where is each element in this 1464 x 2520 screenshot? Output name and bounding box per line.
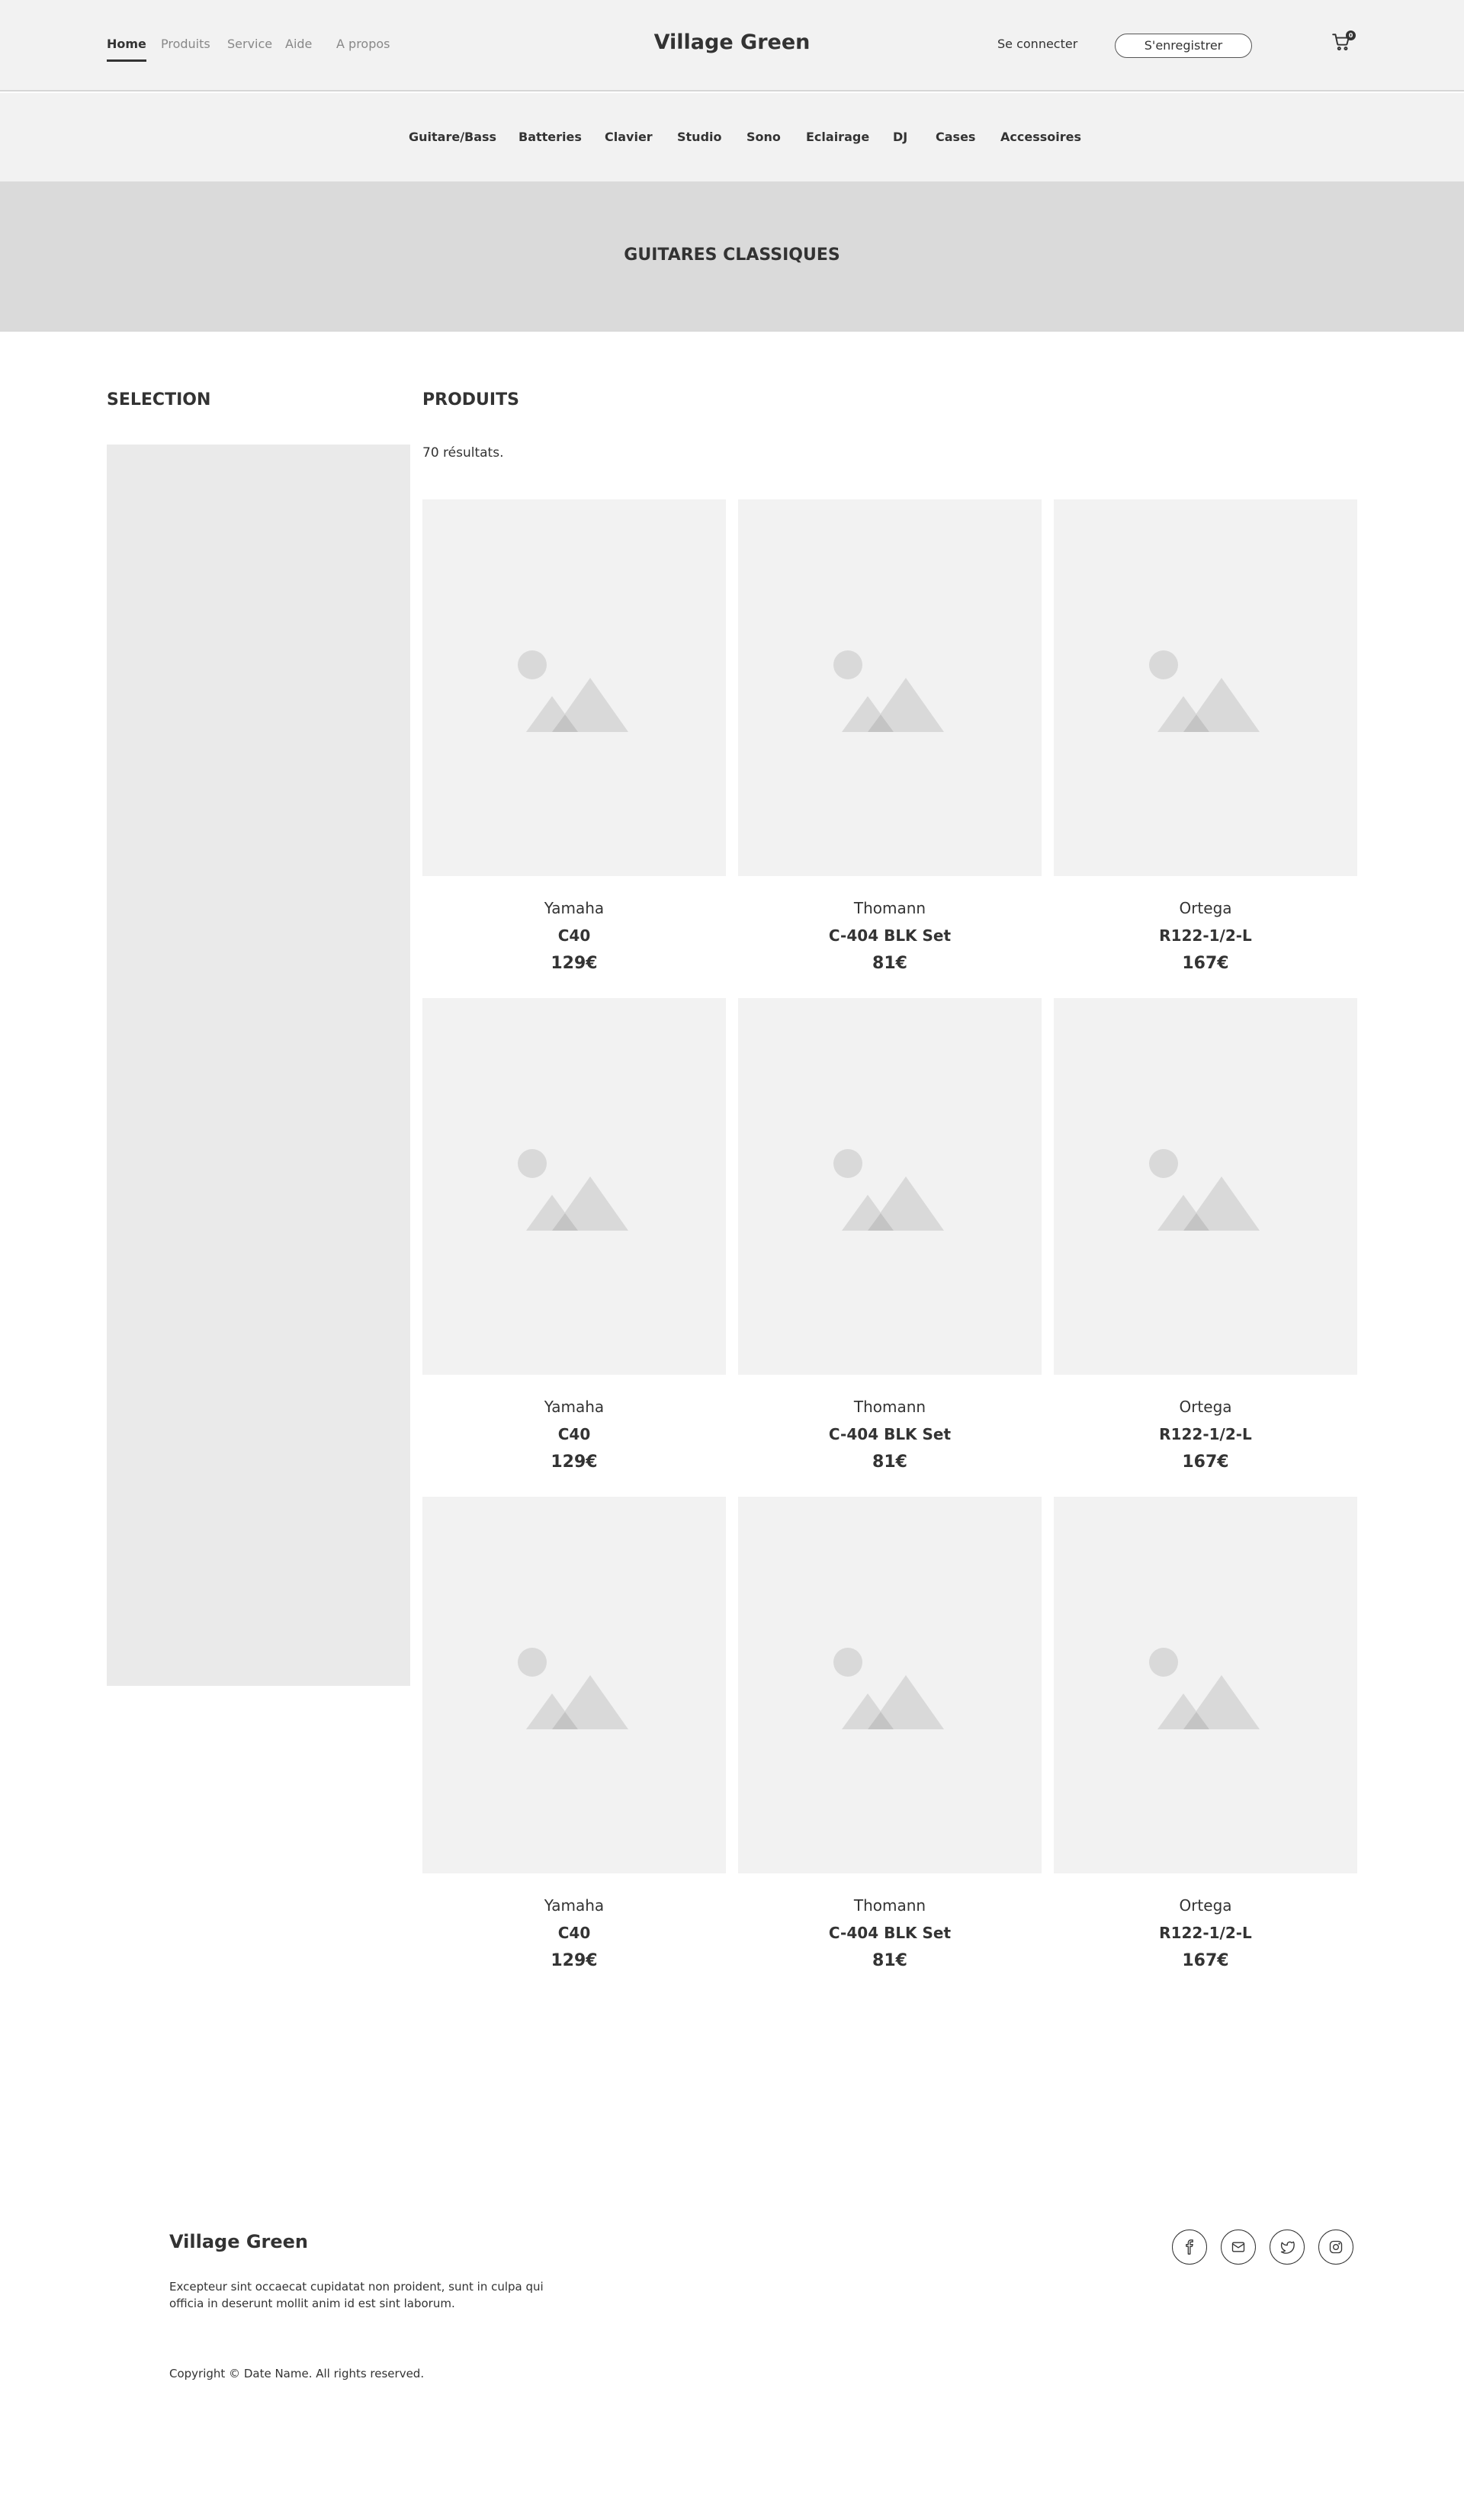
image-placeholder-icon: [518, 650, 628, 732]
image-placeholder-icon: [1149, 650, 1260, 732]
product-price: 81€: [872, 1951, 907, 1970]
facebook-icon[interactable]: [1172, 2229, 1207, 2265]
login-link[interactable]: Se connecter: [997, 37, 1077, 51]
product-model[interactable]: C-404 BLK Set: [738, 926, 1042, 945]
mail-icon[interactable]: [1221, 2229, 1256, 2265]
sidebar-title: SELECTION: [107, 390, 211, 409]
product-model[interactable]: C-404 BLK Set: [738, 1425, 1042, 1443]
copyright-text: Copyright © Date Name. All rights reserv…: [169, 2367, 425, 2380]
product-price: 167€: [1182, 1951, 1229, 1970]
product-image[interactable]: [738, 998, 1042, 1375]
product-price: 167€: [1182, 1453, 1229, 1472]
product-model[interactable]: C40: [422, 1425, 726, 1443]
image-placeholder-icon: [518, 1149, 628, 1231]
product-image[interactable]: [422, 1497, 726, 1873]
product-brand: Ortega: [1179, 899, 1232, 917]
product-model[interactable]: R122-1/2-L: [1054, 926, 1357, 945]
category-dj[interactable]: DJ: [893, 130, 907, 144]
category-clavier[interactable]: Clavier: [605, 130, 653, 144]
product-brand: Ortega: [1179, 1398, 1232, 1416]
product-image[interactable]: [1054, 499, 1357, 876]
product-price: 81€: [872, 954, 907, 973]
product-brand: Yamaha: [544, 1398, 605, 1416]
product-image[interactable]: [422, 499, 726, 876]
cart-icon[interactable]: 0: [1331, 30, 1356, 55]
product-brand: Thomann: [853, 1896, 926, 1915]
brand-logo[interactable]: Village Green: [654, 30, 811, 54]
product-price: 81€: [872, 1453, 907, 1472]
product-model[interactable]: R122-1/2-L: [1054, 1924, 1357, 1942]
category-nav: Guitare/Bass Batteries Clavier Studio So…: [0, 93, 1464, 181]
instagram-icon[interactable]: [1318, 2229, 1353, 2265]
category-studio[interactable]: Studio: [677, 130, 722, 144]
product-price: 129€: [551, 1951, 598, 1970]
product-price: 129€: [551, 1453, 598, 1472]
register-button[interactable]: S'enregistrer: [1115, 34, 1252, 58]
category-batteries[interactable]: Batteries: [518, 130, 582, 144]
product-image[interactable]: [1054, 1497, 1357, 1873]
product-brand: Ortega: [1179, 1896, 1232, 1915]
products-title: PRODUITS: [422, 390, 519, 409]
category-guitare-bass[interactable]: Guitare/Bass: [409, 130, 496, 144]
category-eclairage[interactable]: Eclairage: [806, 130, 869, 144]
product-brand: Thomann: [853, 899, 926, 917]
image-placeholder-icon: [833, 1149, 944, 1231]
product-model[interactable]: C40: [422, 1924, 726, 1942]
product-image[interactable]: [738, 499, 1042, 876]
image-placeholder-icon: [1149, 1648, 1260, 1729]
product-image[interactable]: [422, 998, 726, 1375]
product-model[interactable]: R122-1/2-L: [1054, 1425, 1357, 1443]
category-cases[interactable]: Cases: [936, 130, 975, 144]
results-count: 70 résultats.: [422, 445, 504, 461]
page-hero: GUITARES CLASSIQUES: [0, 181, 1464, 332]
top-header: Home Produits Service Aide A propos Vill…: [0, 0, 1464, 91]
category-sono[interactable]: Sono: [746, 130, 781, 144]
product-brand: Yamaha: [544, 899, 605, 917]
product-model[interactable]: C-404 BLK Set: [738, 1924, 1042, 1942]
footer-brand[interactable]: Village Green: [169, 2231, 308, 2252]
image-placeholder-icon: [833, 1648, 944, 1729]
category-accessoires[interactable]: Accessoires: [1000, 130, 1081, 144]
product-image[interactable]: [1054, 998, 1357, 1375]
product-image[interactable]: [738, 1497, 1042, 1873]
cart-count-badge: 0: [1346, 30, 1356, 40]
selection-filter-panel: [107, 445, 410, 1686]
product-price: 129€: [551, 954, 598, 973]
product-brand: Thomann: [853, 1398, 926, 1416]
product-model[interactable]: C40: [422, 926, 726, 945]
footer-description: Excepteur sint occaecat cupidatat non pr…: [169, 2280, 544, 2310]
image-placeholder-icon: [518, 1648, 628, 1729]
page-title: GUITARES CLASSIQUES: [624, 246, 840, 265]
twitter-icon[interactable]: [1270, 2229, 1305, 2265]
image-placeholder-icon: [1149, 1149, 1260, 1231]
product-brand: Yamaha: [544, 1896, 605, 1915]
product-price: 167€: [1182, 954, 1229, 973]
image-placeholder-icon: [833, 650, 944, 732]
